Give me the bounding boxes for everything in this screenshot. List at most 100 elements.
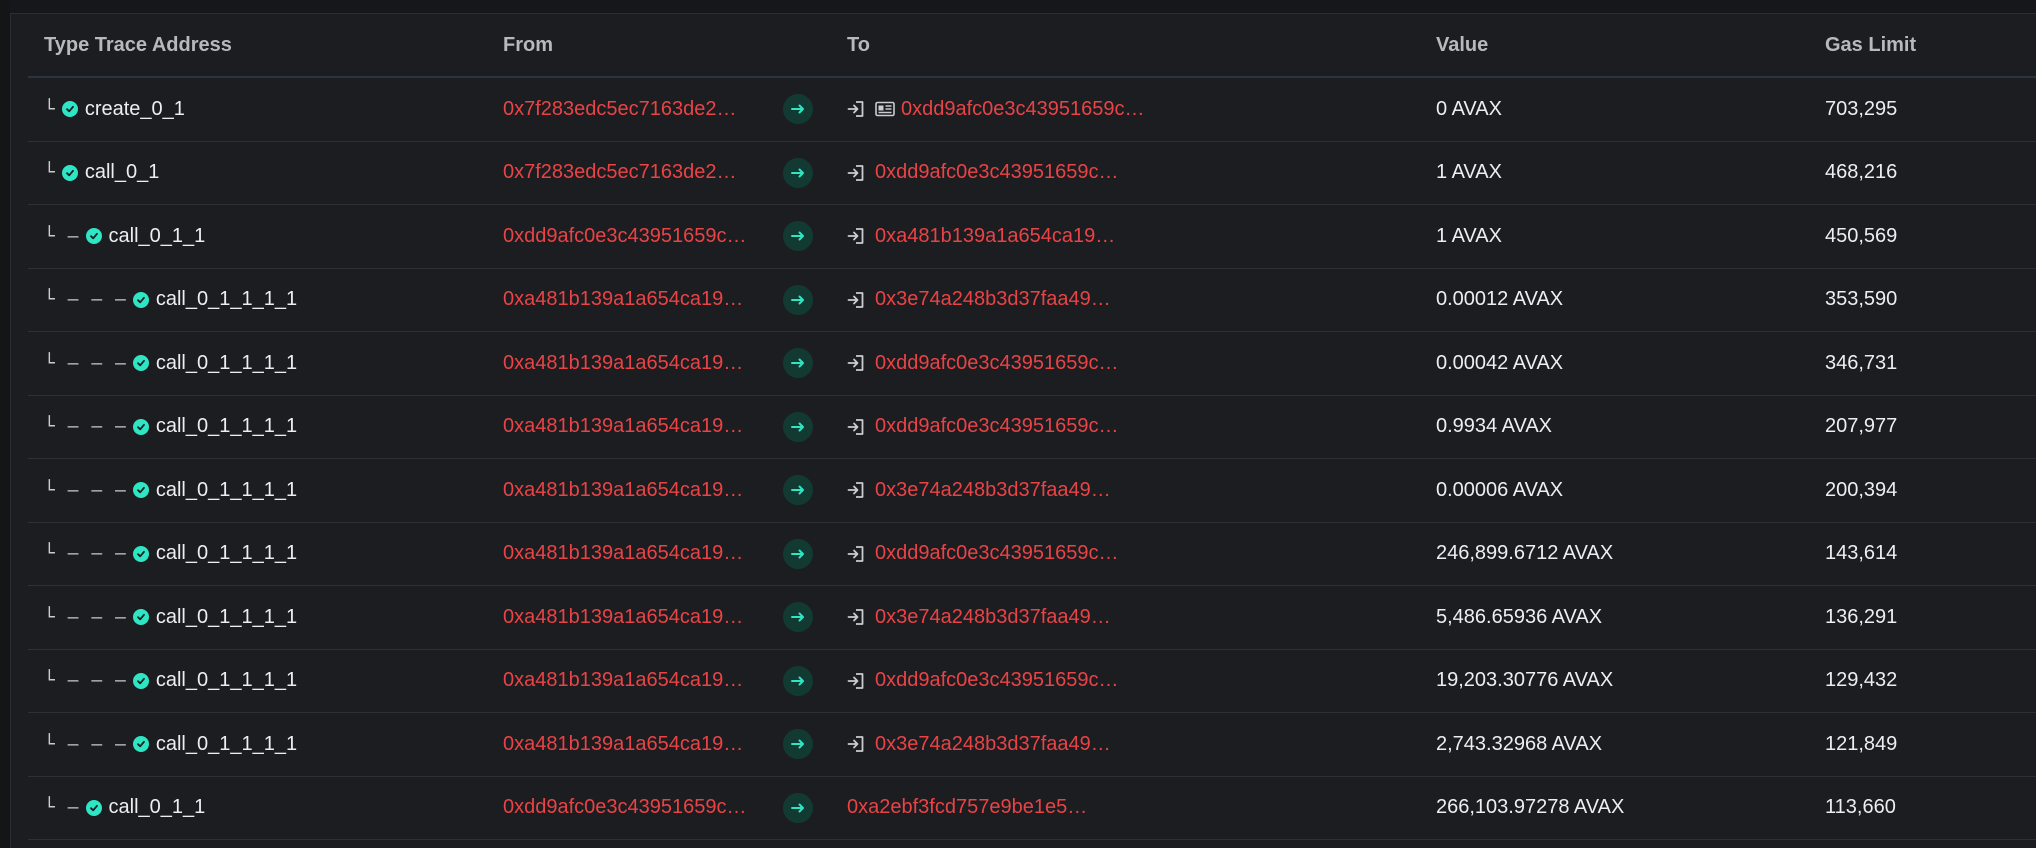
enter-icon [847,164,865,182]
to-address-link[interactable]: 0xa2ebf3fcd757e9be1e5… [847,796,1087,819]
tree-indent: └ – – – [44,733,127,755]
enter-icon [847,354,865,372]
direction-cell [783,284,847,315]
to-address-link[interactable]: 0x3e74a248b3d37faa49… [875,733,1111,756]
arrow-right-icon [783,729,813,760]
from-address-link[interactable]: 0x7f283edc5ec7163de2… [503,98,737,120]
from-address-link[interactable]: 0xa481b139a1a654ca19… [503,479,743,501]
to-address-link[interactable]: 0xdd9afc0e3c43951659c… [875,669,1119,692]
value-cell: 19,203.30776 AVAX [1436,669,1614,692]
table-body: └ create_0_1 0x7f283edc5ec7163de2… 0xdd9afc… [28,78,2036,840]
tree-indent: └ – – – [44,416,127,438]
to-address-link[interactable]: 0x3e74a248b3d37faa49… [875,606,1111,629]
gas-limit-cell: 346,731 [1825,351,1898,374]
type-trace-cell: └ create_0_1 [28,98,503,121]
from-address-link[interactable]: 0xa481b139a1a654ca19… [503,669,743,691]
from-cell: 0xdd9afc0e3c43951659c… [503,796,783,819]
direction-cell [783,729,847,760]
from-address-link[interactable]: 0xdd9afc0e3c43951659c… [503,796,747,818]
trace-type-label: call_0_1_1_1_1 [155,478,298,501]
from-cell: 0xa481b139a1a654ca19… [503,669,783,692]
direction-cell [783,475,847,506]
direction-cell [783,157,847,188]
table-header: Type Trace Address From To Value Gas Lim… [28,14,2036,78]
check-circle-icon [132,482,149,499]
arrow-right-icon [783,157,813,188]
tree-indent: └ [44,162,56,184]
to-cell: 0x3e74a248b3d37faa49… [847,606,1436,629]
direction-cell [783,665,847,696]
to-address-link[interactable]: 0xa481b139a1a654ca19… [875,225,1115,248]
to-address-link[interactable]: 0xdd9afc0e3c43951659c… [875,415,1119,438]
from-address-link[interactable]: 0xa481b139a1a654ca19… [503,288,743,310]
from-cell: 0x7f283edc5ec7163de2… [503,98,783,121]
tree-indent: └ – – – [44,670,127,692]
table-row: └ – call_0_1_1 0xdd9afc0e3c43951659c… 0xa2e… [28,777,2036,840]
to-address-link[interactable]: 0xdd9afc0e3c43951659c… [875,161,1119,184]
value-cell: 2,743.32968 AVAX [1436,732,1603,755]
enter-icon [847,672,865,690]
trace-table: Type Trace Address From To Value Gas Lim… [28,14,2036,840]
type-trace-cell: └ – – – call_0_1_1_1_1 [28,415,503,438]
trace-type-label: call_0_1_1_1_1 [155,542,298,565]
check-circle-icon [61,101,78,118]
from-cell: 0xa481b139a1a654ca19… [503,288,783,311]
enter-icon [847,481,865,499]
type-trace-cell: └ – – – call_0_1_1_1_1 [28,288,503,311]
to-address-link[interactable]: 0x3e74a248b3d37faa49… [875,479,1111,502]
from-address-link[interactable]: 0xa481b139a1a654ca19… [503,606,743,628]
gas-limit-cell: 136,291 [1825,605,1898,628]
check-circle-icon [132,418,149,435]
check-circle-icon [132,672,149,689]
value-cell: 266,103.97278 AVAX [1436,796,1625,819]
to-cell: 0xdd9afc0e3c43951659c… [847,352,1436,375]
from-address-link[interactable]: 0xa481b139a1a654ca19… [503,415,743,437]
to-address-link[interactable]: 0xdd9afc0e3c43951659c… [875,352,1119,375]
from-address-link[interactable]: 0xdd9afc0e3c43951659c… [503,225,747,247]
tree-indent: └ – – – [44,543,127,565]
direction-cell [783,792,847,823]
from-address-link[interactable]: 0xa481b139a1a654ca19… [503,542,743,564]
arrow-right-icon [783,602,813,633]
to-cell: 0x3e74a248b3d37faa49… [847,288,1436,311]
type-trace-cell: └ call_0_1 [28,161,503,184]
table-row: └ – – – call_0_1_1_1_1 0xa481b139a1a654ca1… [28,586,2036,650]
gas-limit-cell: 143,614 [1825,542,1898,565]
to-address-link[interactable]: 0xdd9afc0e3c43951659c… [875,542,1119,565]
tree-indent: └ – – – [44,289,127,311]
value-cell: 0.00012 AVAX [1436,288,1564,311]
type-trace-cell: └ – – – call_0_1_1_1_1 [28,352,503,375]
tree-indent: └ – [44,225,80,247]
header-to: To [847,33,870,56]
from-address-link[interactable]: 0x7f283edc5ec7163de2… [503,161,737,183]
check-circle-icon [132,291,149,308]
table-row: └ – – – call_0_1_1_1_1 0xa481b139a1a654ca1… [28,459,2036,523]
tree-indent: └ – – – [44,606,127,628]
table-row: └ call_0_1 0x7f283edc5ec7163de2… 0xdd9afc0e… [28,142,2036,205]
enter-icon [847,545,865,563]
to-address-link[interactable]: 0x3e74a248b3d37faa49… [875,288,1111,311]
from-address-link[interactable]: 0xa481b139a1a654ca19… [503,733,743,755]
to-address-link[interactable]: 0xdd9afc0e3c43951659c… [901,98,1145,121]
gas-limit-cell: 121,849 [1825,732,1898,755]
tree-indent: └ [44,98,56,120]
type-trace-cell: └ – – – call_0_1_1_1_1 [28,733,503,756]
trace-type-label: call_0_1_1_1_1 [155,351,298,374]
to-cell: 0xa2ebf3fcd757e9be1e5… [847,796,1436,819]
enter-icon [847,100,865,118]
from-cell: 0xa481b139a1a654ca19… [503,479,783,502]
arrow-right-icon [783,538,813,569]
tree-indent: └ – – – [44,352,127,374]
check-circle-icon [132,736,149,753]
check-circle-icon [61,164,78,181]
gas-limit-cell: 129,432 [1825,669,1898,692]
table-row: └ – – – call_0_1_1_1_1 0xa481b139a1a654ca1… [28,650,2036,713]
value-cell: 1 AVAX [1436,224,1502,247]
from-address-link[interactable]: 0xa481b139a1a654ca19… [503,352,743,374]
from-cell: 0xa481b139a1a654ca19… [503,733,783,756]
arrow-right-icon [783,348,813,379]
value-cell: 0 AVAX [1436,97,1502,120]
value-cell: 0.00006 AVAX [1436,478,1564,501]
header-value: Value [1436,33,1489,56]
to-cell: 0xdd9afc0e3c43951659c… [847,98,1436,121]
